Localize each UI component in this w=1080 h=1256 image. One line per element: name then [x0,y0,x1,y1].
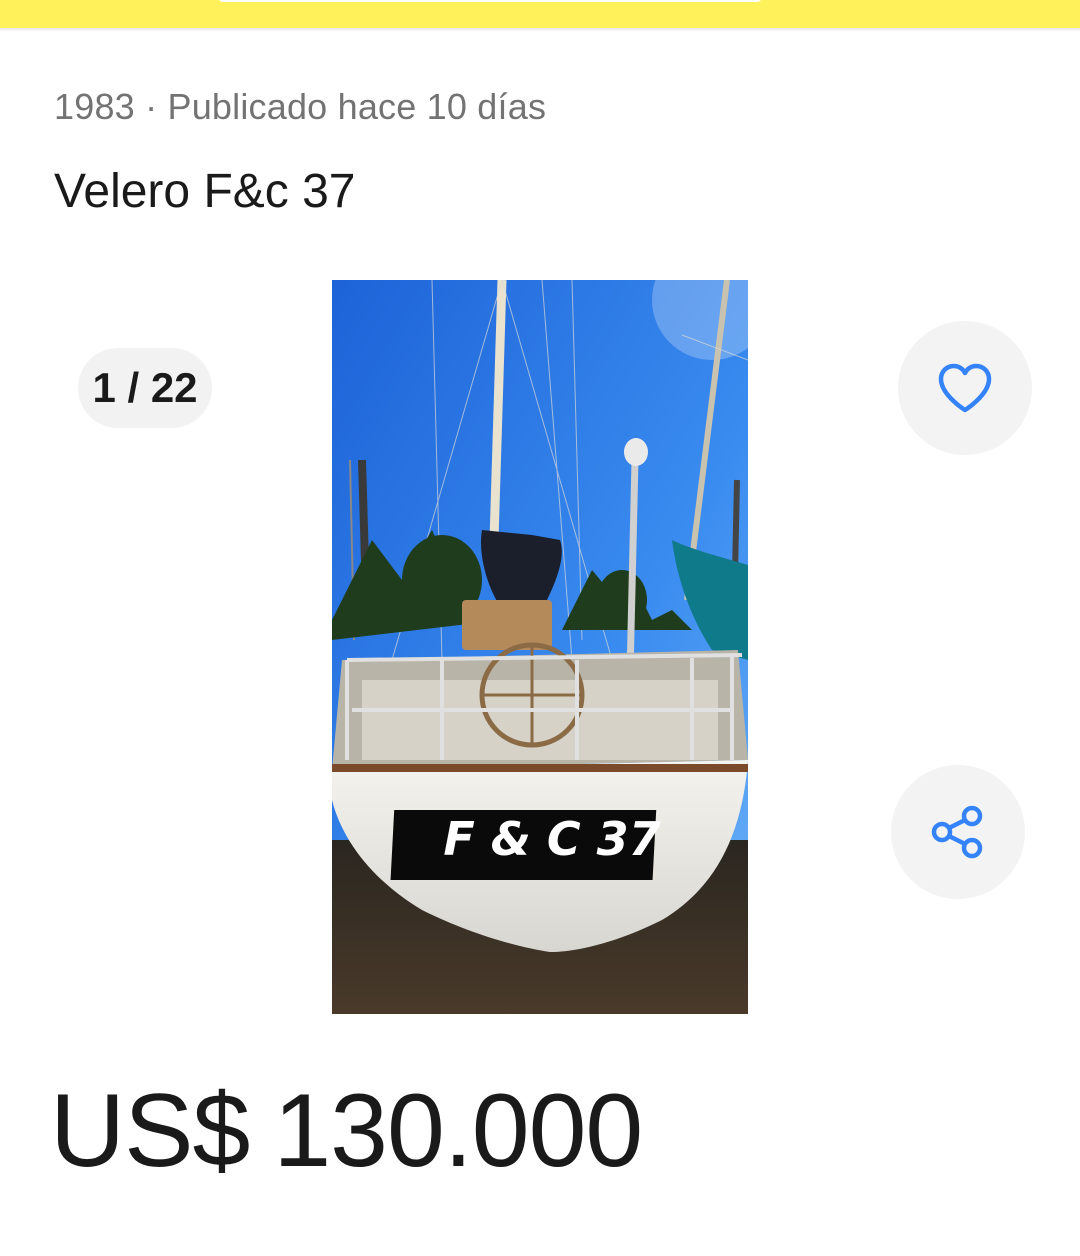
share-button[interactable] [891,765,1025,899]
listing-title: Velero F&c 37 [54,165,356,218]
gallery-image[interactable]: F & C 37 [332,280,748,1014]
favorite-button[interactable] [898,321,1032,455]
boat-photo: F & C 37 [332,280,748,1014]
share-icon [931,805,983,859]
listing-subtitle: 1983 · Publicado hace 10 días [54,86,547,127]
price-amount: 130.000 [273,1073,643,1189]
header-shadow [0,28,1080,32]
heart-icon [938,363,992,413]
hull-name-text: F & C 37 [443,812,660,866]
top-header-bar [0,0,1080,28]
price-currency: US$ [50,1073,250,1189]
gallery-counter: 1 / 22 [78,348,212,428]
search-bar-edge[interactable] [218,0,762,2]
listing-price: US$ 130.000 [50,1072,643,1191]
